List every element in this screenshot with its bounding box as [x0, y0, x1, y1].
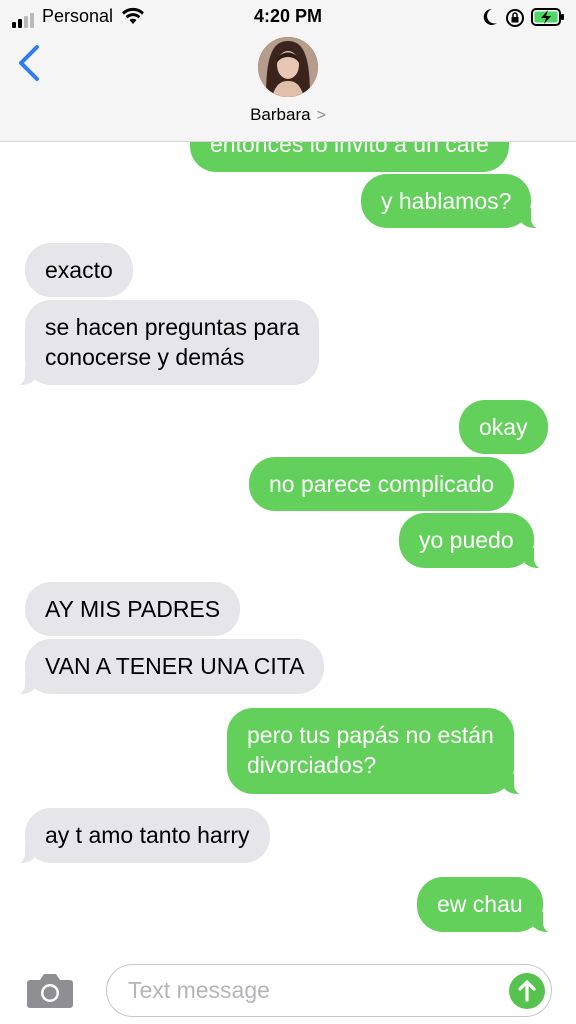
- battery-icon: [531, 8, 565, 31]
- chevron-right-icon: >: [316, 107, 326, 124]
- message-incoming[interactable]: exacto: [25, 243, 133, 297]
- message-incoming[interactable]: ay t amo tanto harry: [13, 808, 270, 864]
- message-outgoing[interactable]: yo puedo: [399, 513, 546, 569]
- message-thread[interactable]: entonces lo invito a un café y hablamos?…: [0, 0, 576, 1024]
- message-outgoing[interactable]: y hablamos?: [361, 174, 544, 229]
- message-outgoing[interactable]: okay: [459, 400, 548, 454]
- status-bar: Personal 4:20 PM: [0, 5, 576, 29]
- message-outgoing[interactable]: no parece complicado: [249, 457, 515, 511]
- message-input-placeholder: Text message: [128, 977, 270, 1003]
- message-input[interactable]: Text message: [106, 964, 552, 1017]
- camera-icon[interactable]: [26, 970, 74, 1015]
- send-button[interactable]: [509, 973, 545, 1009]
- message-incoming[interactable]: se hacen preguntas para conocerse y demá…: [12, 300, 320, 386]
- contact-avatar[interactable]: [258, 37, 318, 97]
- arrow-up-icon: [518, 980, 536, 1002]
- rotation-lock-icon: [505, 8, 525, 33]
- do-not-disturb-icon: [482, 8, 498, 31]
- message-incoming[interactable]: AY MIS PADRES: [25, 582, 241, 636]
- back-chevron-icon[interactable]: [16, 44, 42, 87]
- conversation-header: Personal 4:20 PM Barbara >: [0, 0, 576, 142]
- message-outgoing[interactable]: ew chau: [417, 877, 555, 933]
- contact-name-button[interactable]: Barbara >: [0, 105, 576, 125]
- message-outgoing[interactable]: pero tus papás no están divorciados?: [227, 708, 526, 795]
- message-incoming[interactable]: VAN A TENER UNA CITA: [12, 639, 325, 695]
- contact-name: Barbara: [250, 105, 311, 124]
